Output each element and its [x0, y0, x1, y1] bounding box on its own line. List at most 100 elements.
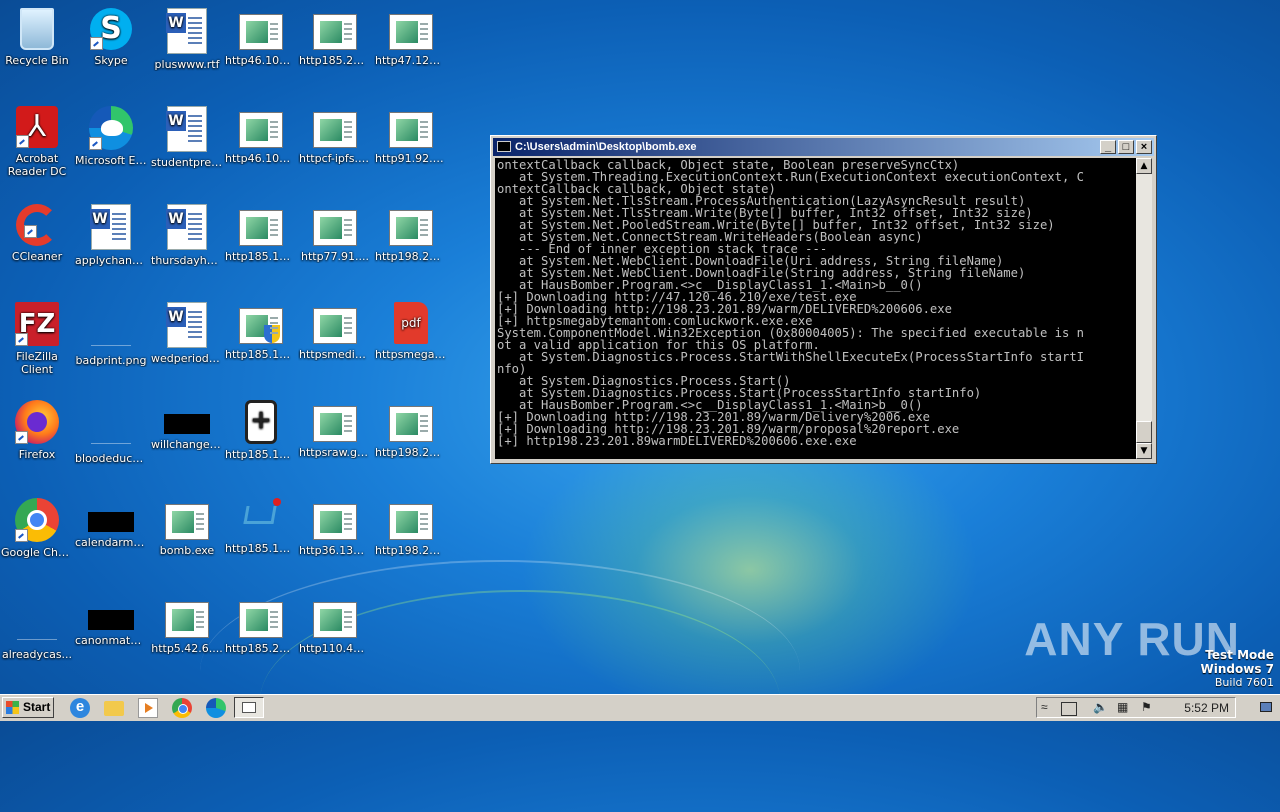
media-player-icon[interactable] [138, 698, 158, 718]
ie-icon[interactable] [70, 698, 90, 718]
desktop-icon[interactable]: httpcf-ipfs.c... [298, 100, 372, 192]
flag-icon[interactable]: ⚑ [1141, 700, 1152, 714]
explorer-icon[interactable] [104, 701, 124, 716]
speaker-icon[interactable]: 🔈 [1093, 700, 1108, 714]
desktop-icon[interactable]: calendarmet... [74, 492, 148, 584]
chrome-icon[interactable] [172, 698, 192, 718]
console-icon [497, 141, 511, 152]
desktop-icon[interactable]: http185.17.... [224, 296, 298, 388]
vertical-scrollbar[interactable]: ▲ ▼ [1136, 158, 1152, 459]
scroll-down-arrow-icon[interactable]: ▼ [1136, 443, 1152, 459]
desktop-icon[interactable]: http185.21.... [224, 590, 298, 682]
desktop-icon-label: http185.21.... [299, 54, 372, 67]
desktop-icon[interactable]: willchanges.... [150, 394, 224, 486]
desktop-icon-label: http198.23.... [375, 250, 448, 263]
desktop-icon-label: bomb.exe [159, 544, 215, 557]
edge-icon [89, 106, 133, 150]
desktop-icon[interactable]: Recycle Bin [0, 2, 74, 94]
action-center-icon[interactable] [1061, 702, 1077, 716]
desktop-icon[interactable]: alreadycas... [0, 590, 74, 682]
desktop-icon[interactable]: http185.17.... [224, 492, 298, 584]
desktop-icon-label: http185.17.... [225, 348, 298, 361]
console-titlebar[interactable]: C:\Users\admin\Desktop\bomb.exe _ □ × [493, 138, 1154, 156]
desktop-icon[interactable]: http198.23.... [374, 492, 448, 584]
desktop-icon[interactable]: Firefox [0, 394, 74, 486]
desktop-icon-label: httpsraw.git... [299, 446, 372, 459]
desktop-icon[interactable]: bloodeduca... [74, 394, 148, 486]
minimize-button[interactable]: _ [1100, 140, 1116, 154]
desktop-icon-label: http91.92.2... [375, 152, 448, 165]
desktop-icon-label: http46.102.... [225, 54, 298, 67]
desktop-icon[interactable]: http91.92.2... [374, 100, 448, 192]
clock[interactable]: 5:52 PM [1184, 701, 1229, 715]
blank-icon [87, 302, 135, 350]
desktop-icon[interactable]: Wstudentpres... [150, 100, 224, 192]
shortcut-arrow-icon [90, 37, 103, 50]
desktop-icon[interactable]: Wapplychanc... [74, 198, 148, 290]
scroll-thumb[interactable] [1136, 421, 1152, 443]
exe-icon [239, 112, 283, 148]
desktop-icon[interactable]: Wpluswww.rtf [150, 2, 224, 94]
black-icon [88, 512, 134, 532]
desktop-icon[interactable]: Microsoft Edge [74, 100, 148, 192]
desktop-icon[interactable]: FZ FileZilla Client [0, 296, 74, 388]
desktop-icon-label: httpsmediafi... [299, 348, 372, 361]
desktop-icon-label: http110.41.... [299, 642, 372, 655]
word-doc-icon: W [166, 106, 207, 152]
desktop-icon-label: http36.133.... [299, 544, 372, 557]
desktop-icon-label: wedperiod.rtf [151, 352, 224, 365]
desktop-icon[interactable]: Wthursdayhu... [150, 198, 224, 290]
desktop-icon[interactable]: http36.133.... [298, 492, 372, 584]
desktop-icon[interactable]: http5.42.6.... [150, 590, 224, 682]
desktop-icon[interactable]: canonmater... [74, 590, 148, 682]
console-output-area[interactable]: ontextCallback callback, Object state, B… [495, 158, 1136, 459]
desktop-icon-label: Recycle Bin [5, 54, 69, 67]
desktop-icon[interactable]: http185.21.... [298, 2, 372, 94]
desktop-icon[interactable]: http110.41.... [298, 590, 372, 682]
edge-icon[interactable] [206, 698, 226, 718]
desktop-icon[interactable]: http46.102.... [224, 2, 298, 94]
show-desktop-button[interactable] [1242, 697, 1278, 718]
desktop-icon-label: http185.21.... [225, 642, 298, 655]
exe-shield-icon [239, 308, 283, 344]
desktop-icon[interactable]: Google Chrome [0, 492, 74, 584]
exe-icon [239, 14, 283, 50]
desktop-icon-label: pluswww.rtf [154, 58, 220, 71]
desktop-icon[interactable]: + http185.17.... [224, 394, 298, 486]
blank-icon [87, 400, 135, 448]
scroll-up-arrow-icon[interactable]: ▲ [1136, 158, 1152, 174]
desktop-icon[interactable]: http198.23.... [374, 394, 448, 486]
tray-chevron-icon[interactable]: ≈ [1041, 700, 1048, 714]
desktop-icon[interactable]: Wwedperiod.rtf [150, 296, 224, 388]
exe-icon [389, 14, 433, 50]
exe-icon [165, 602, 209, 638]
desktop-icon-label: CCleaner [11, 250, 63, 263]
close-button[interactable]: × [1136, 140, 1152, 154]
desktop-icon[interactable]: http198.23.... [374, 198, 448, 290]
exe-icon [313, 406, 357, 442]
network-icon[interactable]: ▦ [1117, 700, 1128, 714]
desktop-icon[interactable]: http185.17.... [224, 198, 298, 290]
filezilla-icon: FZ [15, 302, 59, 346]
desktop-icon[interactable]: pdf httpsmegab... [374, 296, 448, 388]
desktop-icon[interactable]: CCleaner [0, 198, 74, 290]
start-button[interactable]: Start [2, 697, 54, 718]
shortcut-arrow-icon [16, 135, 29, 148]
desktop-icon[interactable]: bomb.exe [150, 492, 224, 584]
test-mode-label: Test Mode [1205, 648, 1274, 662]
exe-icon [313, 602, 357, 638]
desktop-icon[interactable]: http46.102.... [224, 100, 298, 192]
desktop-icon[interactable]: ⅄ Acrobat Reader DC [0, 100, 74, 192]
desktop-icon[interactable]: S Skype [74, 2, 148, 94]
console-task-icon[interactable] [234, 697, 264, 718]
desktop-icon[interactable]: badprint.png [74, 296, 148, 388]
desktop-icon[interactable]: http77.91.... [298, 198, 372, 290]
console-output: ontextCallback callback, Object state, B… [497, 158, 1084, 448]
desktop-icon[interactable]: httpsraw.git... [298, 394, 372, 486]
os-info: Test Mode Windows 7 Build 7601 [1201, 648, 1274, 690]
maximize-button[interactable]: □ [1118, 140, 1134, 154]
console-window[interactable]: C:\Users\admin\Desktop\bomb.exe _ □ × on… [490, 135, 1157, 464]
desktop-icon[interactable]: http47.120.... [374, 2, 448, 94]
desktop-icon[interactable]: httpsmediafi... [298, 296, 372, 388]
black-icon [88, 610, 134, 630]
